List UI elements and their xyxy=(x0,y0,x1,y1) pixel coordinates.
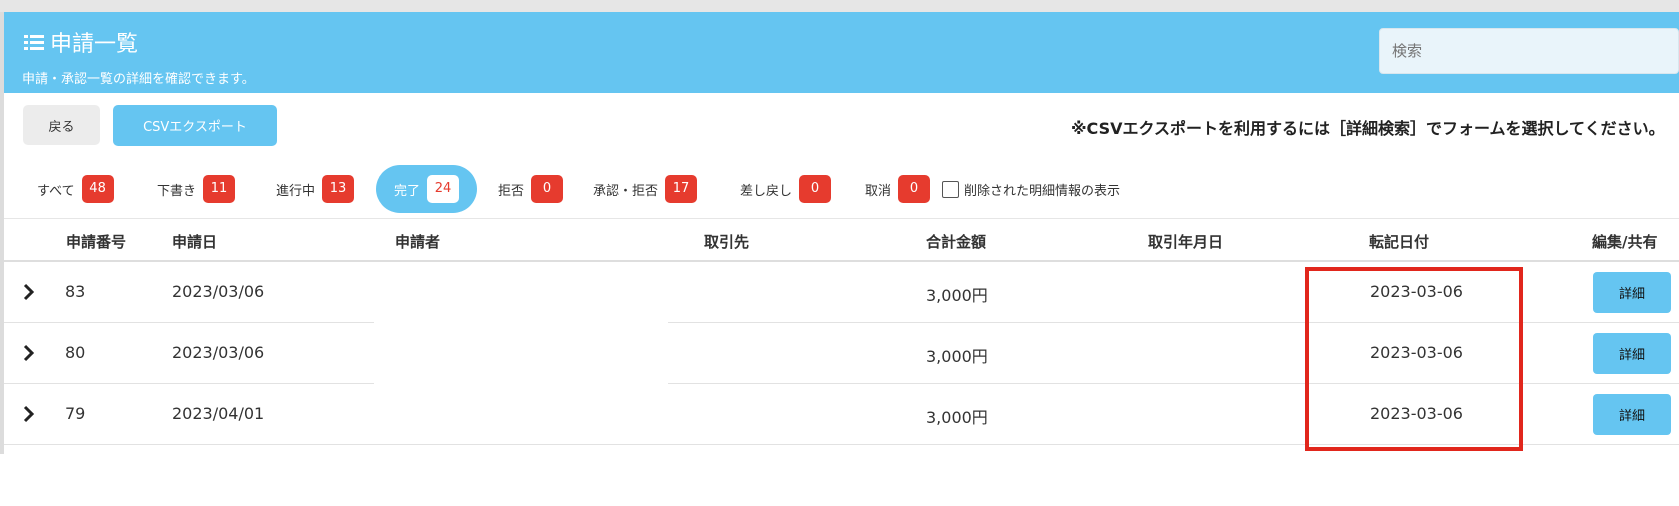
tab-label: 進行中 xyxy=(276,183,316,199)
tab-label: 取消 xyxy=(865,183,892,199)
show-deleted-label: 削除された明細情報の表示 xyxy=(964,184,1121,199)
page-title: 申請一覧 xyxy=(24,26,138,58)
count-badge: 11 xyxy=(203,175,236,203)
tab-draft[interactable]: 下書き 11 xyxy=(157,165,236,213)
status-tabs: すべて 48 下書き 11 進行中 13 完了 24 拒否 0 承認・拒否 17… xyxy=(0,163,1679,215)
cell-number: 80 xyxy=(65,343,86,362)
chevron-right-icon[interactable] xyxy=(19,342,39,364)
list-icon xyxy=(24,33,46,51)
cell-date: 2023/03/06 xyxy=(172,282,265,301)
tab-in-progress[interactable]: 進行中 13 xyxy=(276,165,355,213)
page-header: 申請一覧 申請・承認一覧の詳細を確認できます。 xyxy=(4,12,1679,93)
tab-returned[interactable]: 差し戻し 0 xyxy=(740,165,832,213)
col-header-edit-share: 編集/共有 xyxy=(1592,233,1658,251)
detail-button[interactable]: 詳細 xyxy=(1593,394,1671,435)
cell-amount: 3,000円 xyxy=(926,286,988,305)
back-button[interactable]: 戻る xyxy=(23,105,100,145)
tab-cancelled[interactable]: 取消 0 xyxy=(865,165,931,213)
search-input[interactable] xyxy=(1379,28,1679,74)
col-header-number[interactable]: 申請番号 xyxy=(66,231,126,252)
count-badge: 13 xyxy=(322,175,355,203)
browser-top-strip xyxy=(0,0,1679,12)
show-deleted-toggle[interactable]: 削除された明細情報の表示 xyxy=(942,180,1120,199)
cell-date: 2023/03/06 xyxy=(172,343,265,362)
chevron-right-icon[interactable] xyxy=(19,281,39,303)
count-badge: 0 xyxy=(799,175,832,203)
detail-button[interactable]: 詳細 xyxy=(1593,333,1671,374)
table-header: 申請番号 申請日 申請者 取引先 合計金額 取引年月日 転記日付 編集/共有 xyxy=(4,218,1679,262)
col-header-posting-date[interactable]: 転記日付 xyxy=(1369,231,1429,252)
col-header-applicant[interactable]: 申請者 xyxy=(395,231,440,252)
col-header-date[interactable]: 申請日 xyxy=(172,231,217,252)
chevron-right-icon[interactable] xyxy=(19,403,39,425)
tab-label: 完了 xyxy=(394,183,421,199)
cell-date: 2023/04/01 xyxy=(172,404,265,423)
col-header-amount[interactable]: 合計金額 xyxy=(926,231,986,252)
tab-label: 拒否 xyxy=(498,183,525,199)
count-badge: 0 xyxy=(898,175,931,203)
count-badge: 24 xyxy=(427,175,460,203)
highlight-box xyxy=(1305,267,1523,451)
col-header-partner[interactable]: 取引先 xyxy=(704,231,749,252)
tab-label: すべて xyxy=(37,183,75,199)
count-badge: 0 xyxy=(531,175,564,203)
cell-number: 83 xyxy=(65,282,86,301)
count-badge: 17 xyxy=(665,175,698,203)
page-subtitle: 申請・承認一覧の詳細を確認できます。 xyxy=(22,72,255,87)
detail-button[interactable]: 詳細 xyxy=(1593,272,1671,313)
page-title-text: 申請一覧 xyxy=(50,32,139,57)
tab-label: 差し戻し xyxy=(740,183,793,199)
cell-amount: 3,000円 xyxy=(926,347,988,366)
cell-number: 79 xyxy=(65,404,86,423)
tab-completed[interactable]: 完了 24 xyxy=(376,165,478,213)
toolbar: 戻る CSVエクスポート ※CSVエクスポートを利用するには［詳細検索］でフォー… xyxy=(0,93,1679,163)
tab-rejected[interactable]: 拒否 0 xyxy=(498,165,564,213)
col-header-txn-date[interactable]: 取引年月日 xyxy=(1148,231,1223,252)
cell-amount: 3,000円 xyxy=(926,408,988,427)
count-badge: 48 xyxy=(81,175,114,203)
csv-export-button[interactable]: CSVエクスポート xyxy=(113,105,277,146)
show-deleted-checkbox[interactable] xyxy=(942,181,959,198)
tab-label: 下書き xyxy=(157,183,197,199)
tab-label: 承認・拒否 xyxy=(593,183,659,199)
tab-approved-rejected[interactable]: 承認・拒否 17 xyxy=(593,165,698,213)
csv-notice: ※CSVエクスポートを利用するには［詳細検索］でフォームを選択してください。 xyxy=(1071,119,1665,138)
tab-all[interactable]: すべて 48 xyxy=(37,165,114,213)
